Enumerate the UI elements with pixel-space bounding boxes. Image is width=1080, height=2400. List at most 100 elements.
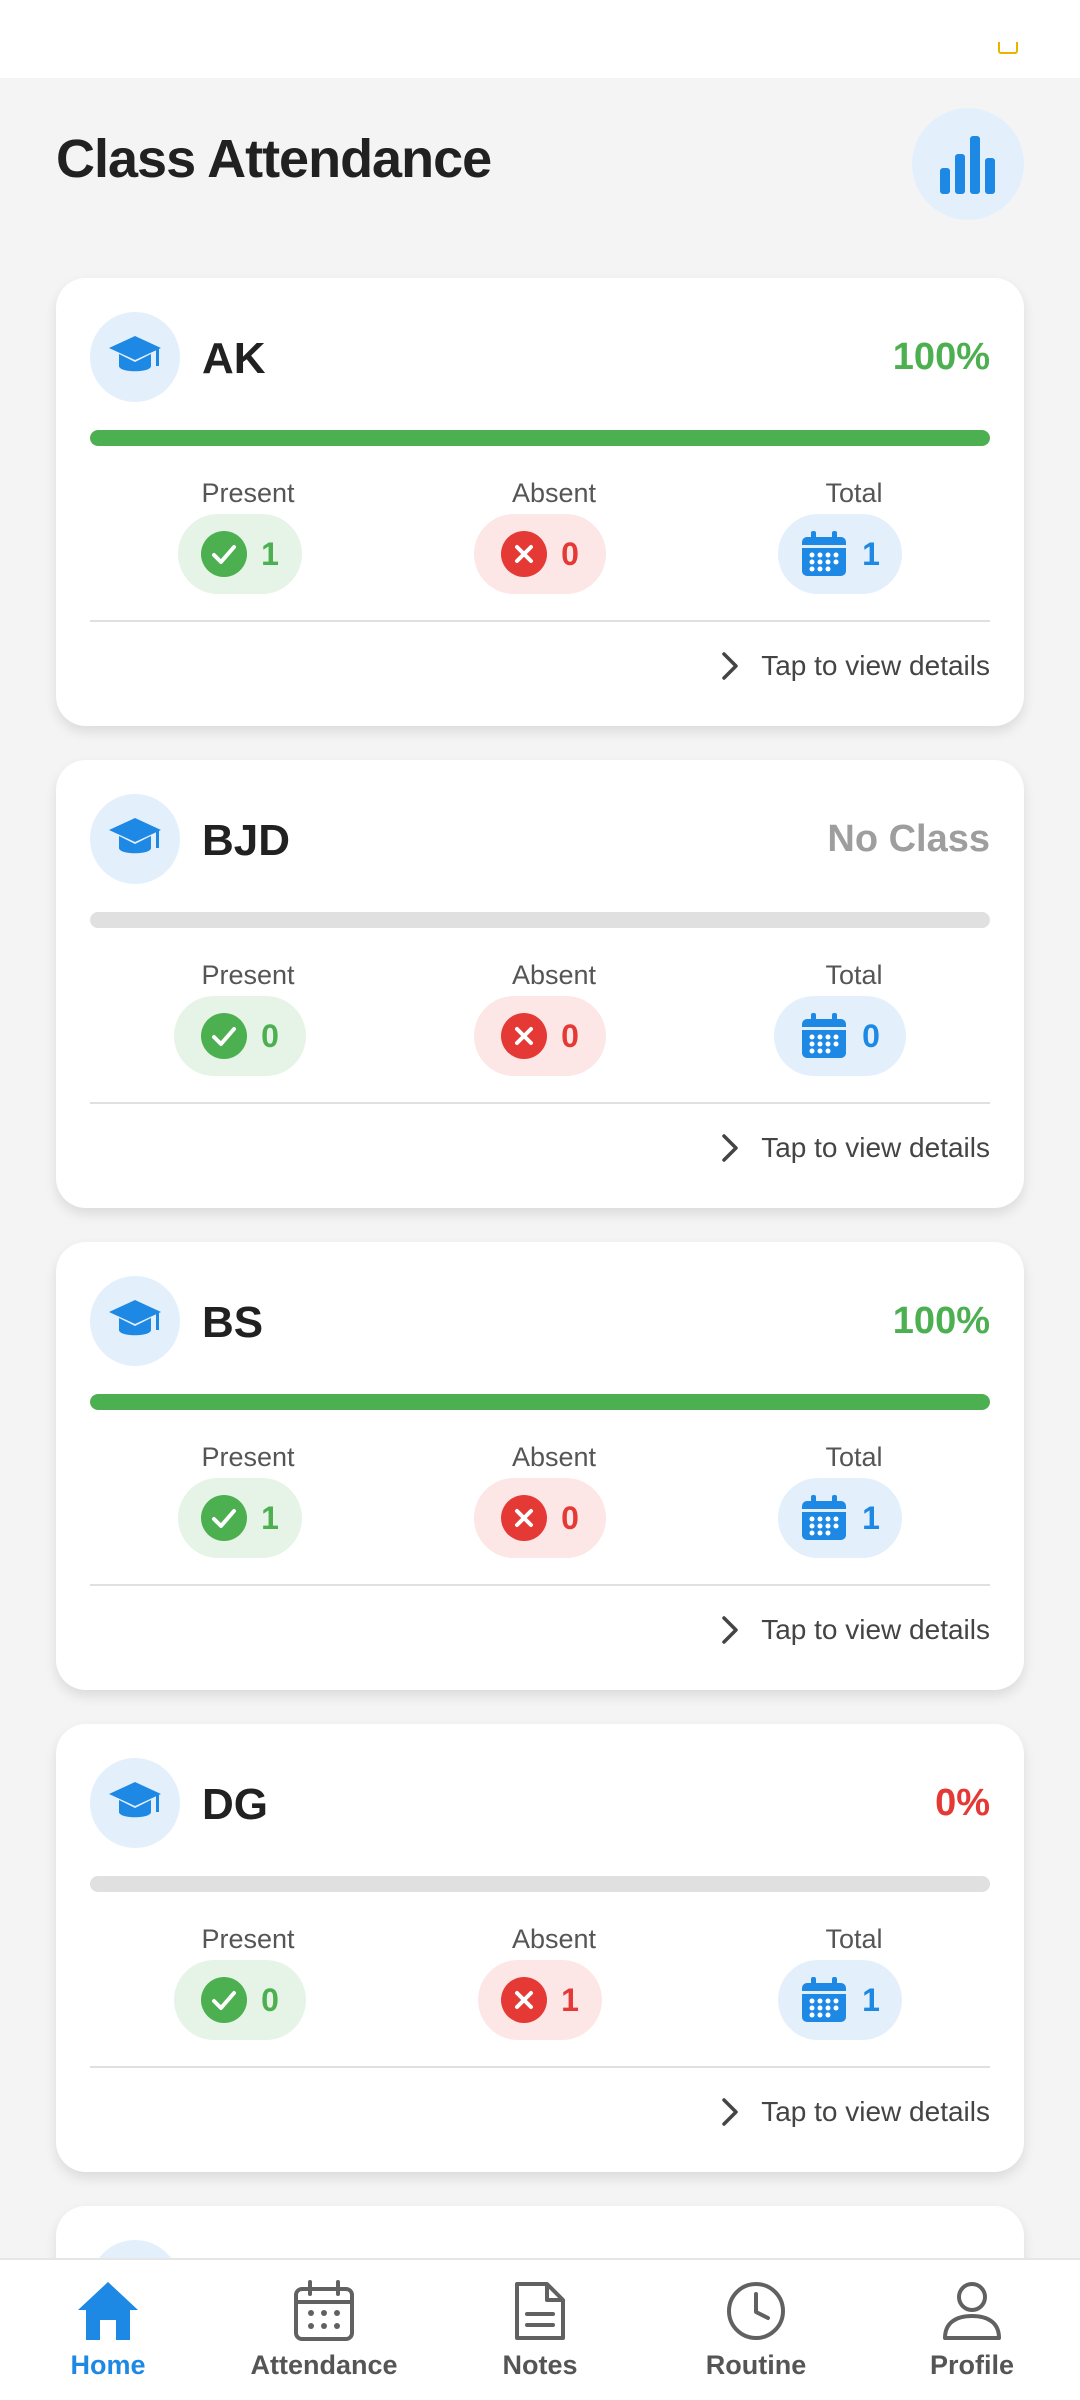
total-badge: 0 xyxy=(774,996,906,1076)
absent-count: 0 xyxy=(561,1017,579,1054)
nav-profile-label: Profile xyxy=(929,2350,1015,2380)
x-circle-icon xyxy=(501,531,548,577)
view-details-link[interactable]: Tap to view details xyxy=(721,1614,990,1646)
total-count: 0 xyxy=(862,1017,880,1054)
view-details-label: Tap to view details xyxy=(761,650,990,681)
class-name: AK xyxy=(202,334,266,383)
x-circle-icon xyxy=(501,1977,548,2023)
present-count: 0 xyxy=(261,1017,279,1054)
present-label: Present xyxy=(201,1442,295,1472)
clock-icon xyxy=(727,2282,785,2340)
total-badge: 1 xyxy=(778,1478,902,1558)
total-label: Total xyxy=(825,1442,883,1472)
calendar-icon xyxy=(802,531,847,576)
present-badge: 0 xyxy=(174,1960,306,2040)
present-badge: 0 xyxy=(174,996,306,1076)
absent-label: Absent xyxy=(511,1924,597,1954)
absent-label: Absent xyxy=(511,478,597,508)
total-count: 1 xyxy=(862,1499,880,1536)
chevron-right-icon xyxy=(722,652,738,680)
absent-label: Absent xyxy=(511,960,597,990)
absent-badge: 0 xyxy=(474,1478,606,1558)
divider xyxy=(90,1584,990,1586)
bottom-navigation: Home Attendance Notes Routine Profile xyxy=(0,2258,1080,2400)
nav-routine[interactable]: Routine xyxy=(648,2260,864,2400)
nav-home[interactable]: Home xyxy=(0,2260,216,2400)
attendance-percent: 100% xyxy=(892,1300,990,1342)
graduation-cap-icon xyxy=(90,794,180,884)
calendar-icon xyxy=(802,1013,847,1058)
total-badge: 1 xyxy=(778,1960,902,2040)
user-icon xyxy=(943,2282,1001,2340)
absent-count: 0 xyxy=(561,1499,579,1536)
calendar-icon xyxy=(802,1977,847,2022)
graduation-cap-icon xyxy=(90,1758,180,1848)
nav-attendance-label: Attendance xyxy=(250,2350,398,2380)
view-details-link[interactable]: Tap to view details xyxy=(721,2096,990,2128)
calendar-icon xyxy=(294,2280,354,2341)
attendance-percent: 100% xyxy=(892,336,990,378)
class-card-bjd[interactable]: BJD No Class Present Absent Total 0 0 0 … xyxy=(56,760,1024,1208)
total-label: Total xyxy=(825,1924,883,1954)
attendance-progress-bar xyxy=(90,1394,990,1410)
nav-attendance[interactable]: Attendance xyxy=(216,2260,432,2400)
absent-label: Absent xyxy=(511,1442,597,1472)
status-bar xyxy=(0,0,1080,78)
x-circle-icon xyxy=(501,1495,548,1541)
total-count: 1 xyxy=(862,1981,880,2018)
class-name: BJD xyxy=(202,816,291,865)
class-card-bs[interactable]: BS 100% Present Absent Total 1 0 1 Tap t… xyxy=(56,1242,1024,1690)
chevron-right-icon xyxy=(722,1134,738,1162)
class-card-ak[interactable]: AK 100% Present Absent Total 1 0 1 Tap t… xyxy=(56,278,1024,726)
divider xyxy=(90,620,990,622)
view-details-label: Tap to view details xyxy=(761,1614,990,1645)
absent-count: 1 xyxy=(561,1981,579,2018)
attendance-status: No Class xyxy=(827,818,990,860)
absent-badge: 0 xyxy=(474,996,606,1076)
check-circle-icon xyxy=(201,531,248,577)
present-label: Present xyxy=(201,960,295,990)
divider xyxy=(90,1102,990,1104)
x-circle-icon xyxy=(501,1013,548,1059)
attendance-progress-bar xyxy=(90,912,990,928)
class-card-dg[interactable]: DG 0% Present Absent Total 0 1 1 Tap to … xyxy=(56,1724,1024,2172)
nav-routine-label: Routine xyxy=(705,2350,807,2380)
present-badge: 1 xyxy=(178,1478,302,1558)
total-label: Total xyxy=(825,960,883,990)
attendance-progress-fill xyxy=(90,430,990,446)
view-details-link[interactable]: Tap to view details xyxy=(721,650,990,682)
attendance-progress-bar xyxy=(90,1876,990,1892)
view-details-label: Tap to view details xyxy=(761,1132,990,1163)
chevron-right-icon xyxy=(722,2098,738,2126)
chevron-right-icon xyxy=(722,1616,738,1644)
present-count: 0 xyxy=(261,1981,279,2018)
battery-icon xyxy=(998,42,1018,54)
present-count: 1 xyxy=(261,1499,279,1536)
absent-count: 0 xyxy=(561,535,579,572)
present-label: Present xyxy=(201,1924,295,1954)
statistics-button[interactable] xyxy=(912,108,1024,220)
present-badge: 1 xyxy=(178,514,302,594)
view-details-label: Tap to view details xyxy=(761,2096,990,2127)
class-name: BS xyxy=(202,1298,264,1347)
check-circle-icon xyxy=(201,1977,248,2023)
divider xyxy=(90,2066,990,2068)
check-circle-icon xyxy=(201,1013,248,1059)
total-label: Total xyxy=(825,478,883,508)
attendance-progress-bar xyxy=(90,430,990,446)
document-icon xyxy=(515,2282,565,2340)
nav-notes-label: Notes xyxy=(502,2350,578,2380)
nav-home-label: Home xyxy=(70,2350,146,2380)
total-badge: 1 xyxy=(778,514,902,594)
attendance-progress-fill xyxy=(90,1394,990,1410)
view-details-link[interactable]: Tap to view details xyxy=(721,1132,990,1164)
absent-badge: 0 xyxy=(474,514,606,594)
nav-notes[interactable]: Notes xyxy=(432,2260,648,2400)
home-icon xyxy=(78,2282,138,2340)
nav-profile[interactable]: Profile xyxy=(864,2260,1080,2400)
calendar-icon xyxy=(802,1495,847,1540)
class-name: DG xyxy=(202,1780,268,1829)
attendance-percent: 0% xyxy=(935,1782,990,1824)
absent-badge: 1 xyxy=(478,1960,602,2040)
bar-chart-icon xyxy=(940,136,995,194)
